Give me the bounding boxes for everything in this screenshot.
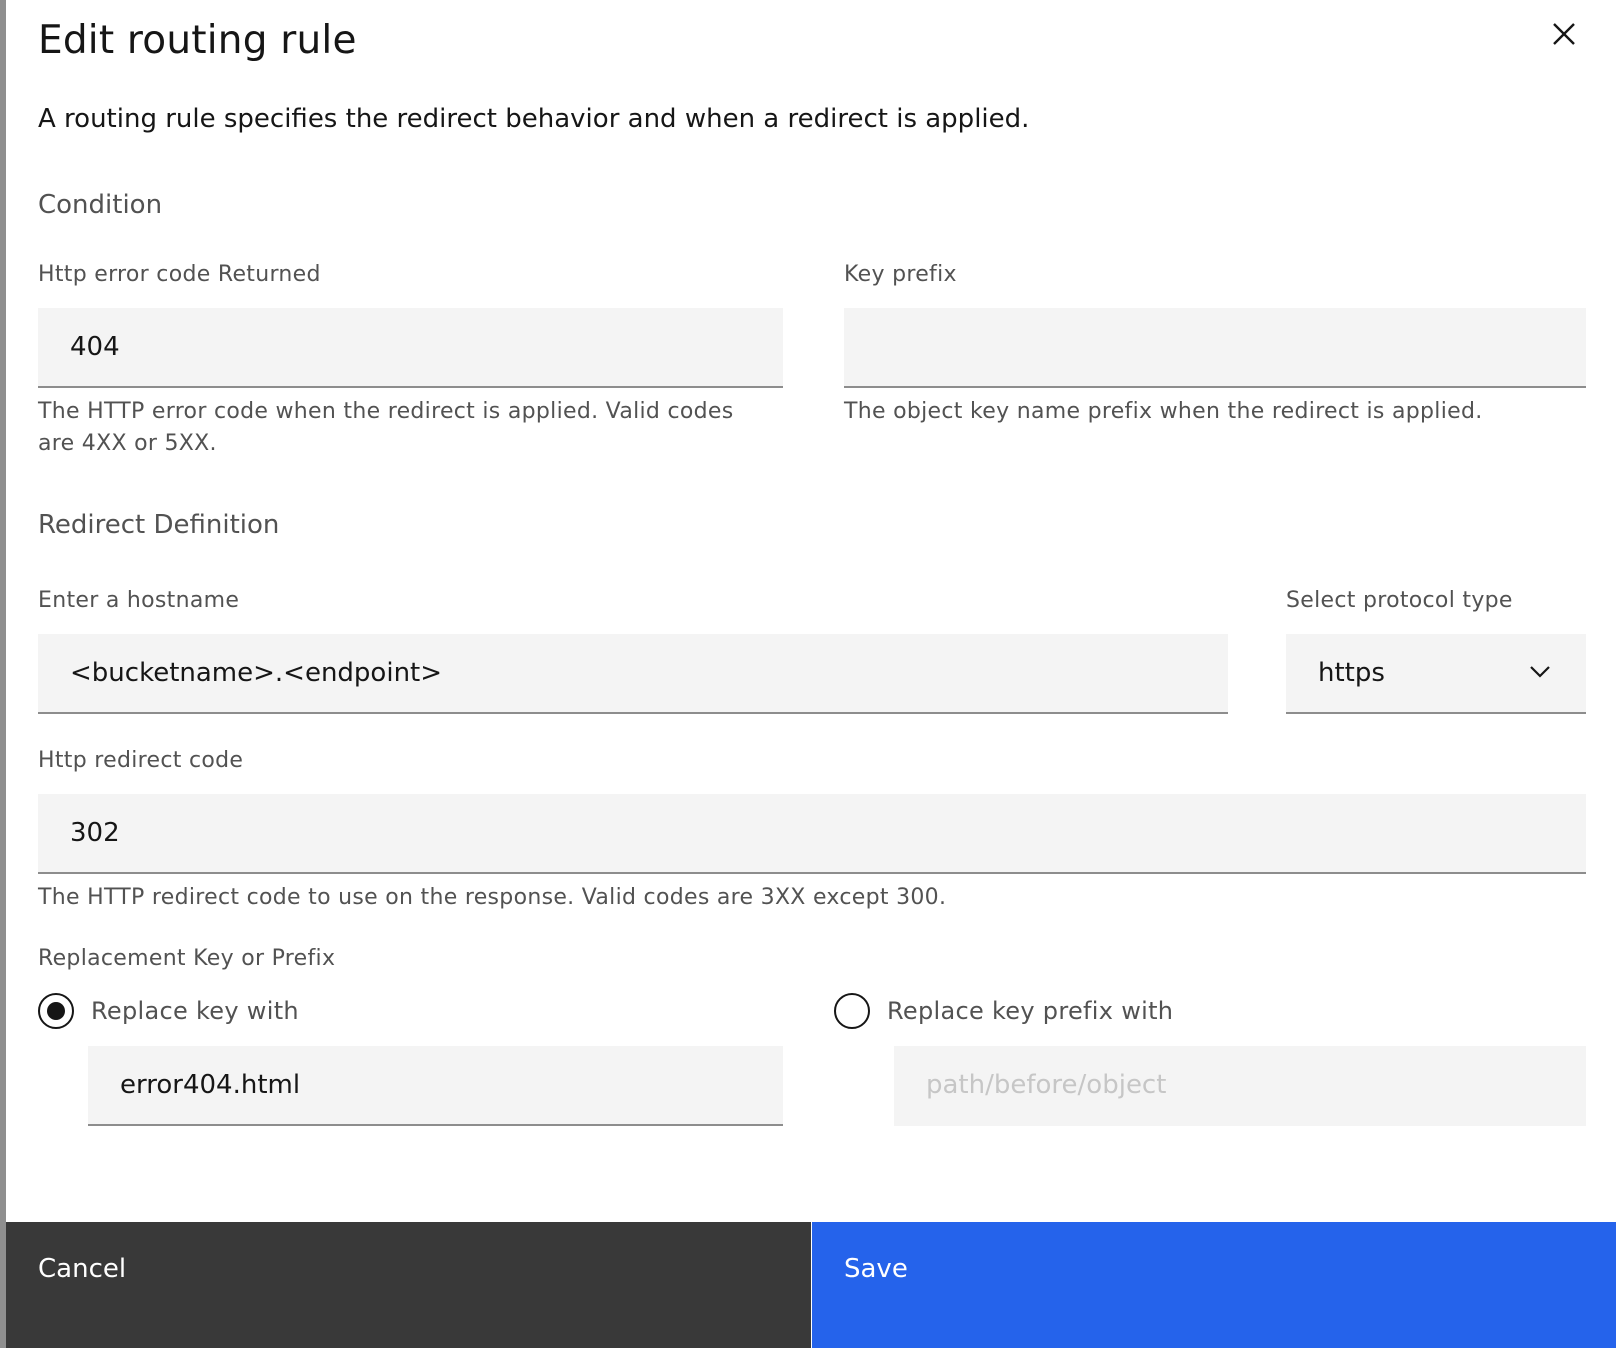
close-button[interactable]	[1542, 14, 1586, 58]
save-button[interactable]: Save	[812, 1222, 1616, 1348]
redirect-code-input[interactable]	[38, 794, 1586, 874]
edit-routing-rule-modal: Edit routing rule A routing rule specifi…	[6, 0, 1616, 1348]
redirect-code-label: Http redirect code	[38, 748, 244, 773]
http-error-code-label: Http error code Returned	[38, 262, 321, 287]
close-icon	[1552, 22, 1576, 50]
replace-prefix-label: Replace key prefix with	[887, 997, 1174, 1025]
cancel-button[interactable]: Cancel	[6, 1222, 811, 1348]
replace-key-input[interactable]	[88, 1046, 783, 1126]
replace-prefix-radio[interactable]: Replace key prefix with	[834, 993, 1173, 1029]
key-prefix-helper: The object key name prefix when the redi…	[844, 399, 1483, 424]
modal-title: Edit routing rule	[38, 18, 357, 63]
key-prefix-input[interactable]	[844, 308, 1586, 388]
protocol-selected-value: https	[1318, 658, 1385, 688]
radio-button-checked[interactable]	[38, 993, 74, 1029]
condition-heading: Condition	[38, 190, 163, 220]
http-error-code-helper: The HTTP error code when the redirect is…	[38, 399, 734, 456]
replacement-label: Replacement Key or Prefix	[38, 946, 336, 971]
hostname-input[interactable]	[38, 634, 1228, 714]
http-error-code-input[interactable]	[38, 308, 783, 388]
redirect-definition-heading: Redirect Definition	[38, 510, 280, 540]
modal-description: A routing rule specifies the redirect be…	[38, 104, 1030, 134]
protocol-label: Select protocol type	[1286, 588, 1513, 613]
replace-prefix-input[interactable]	[894, 1046, 1586, 1126]
chevron-down-icon	[1528, 660, 1552, 691]
key-prefix-label: Key prefix	[844, 262, 957, 287]
replace-key-label: Replace key with	[91, 997, 299, 1025]
cancel-label: Cancel	[38, 1254, 127, 1284]
radio-button-unchecked[interactable]	[834, 993, 870, 1029]
save-label: Save	[844, 1254, 908, 1284]
replace-key-radio[interactable]: Replace key with	[38, 993, 299, 1029]
hostname-label: Enter a hostname	[38, 588, 240, 613]
protocol-select[interactable]: https	[1286, 634, 1586, 714]
redirect-code-helper: The HTTP redirect code to use on the res…	[38, 885, 947, 910]
